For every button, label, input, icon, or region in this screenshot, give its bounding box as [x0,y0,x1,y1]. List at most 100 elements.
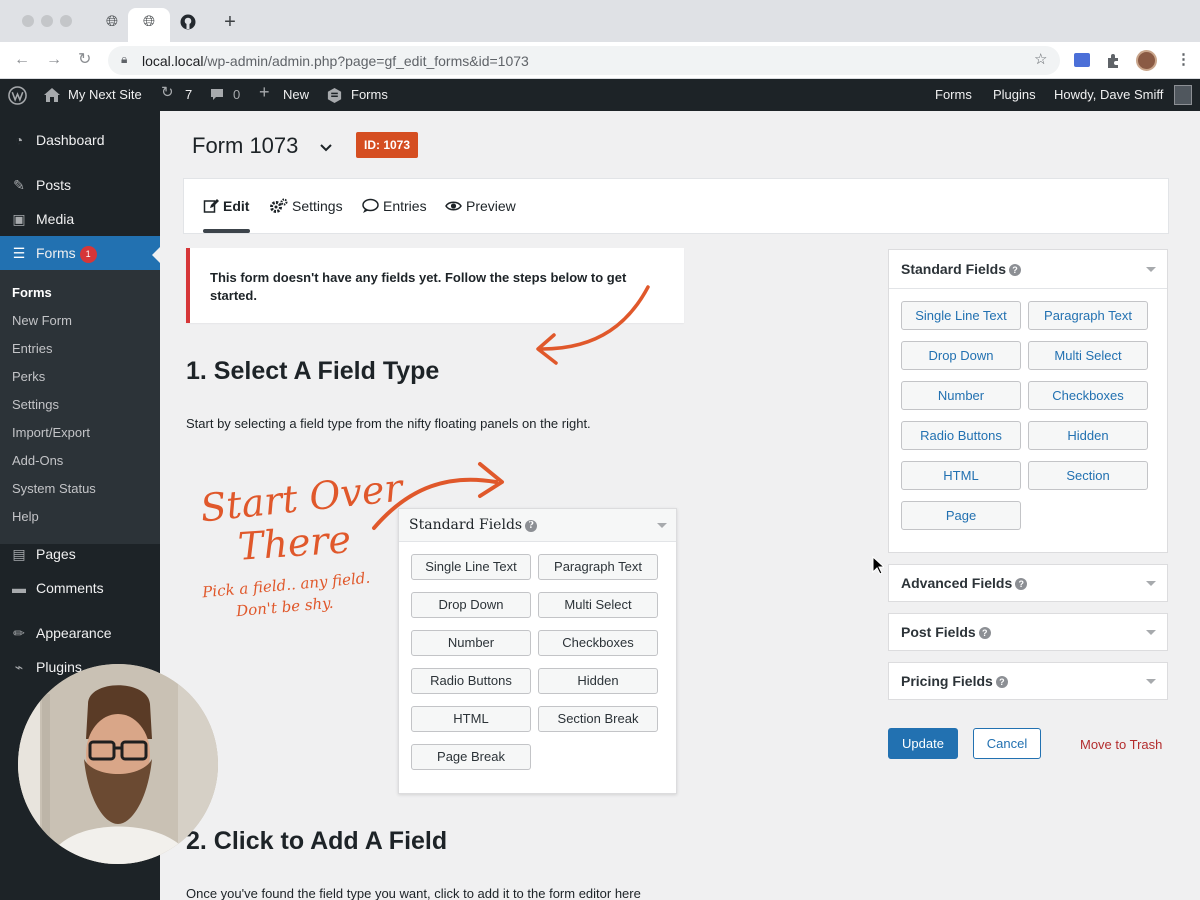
active-tab-indicator [203,229,250,233]
menu-label: Media [36,211,75,227]
submenu-add-ons[interactable]: Add-Ons [12,453,63,468]
submenu-help[interactable]: Help [12,509,39,524]
illustration-field-button: HTML [411,706,531,732]
panel-title-text: Pricing Fields [901,673,993,689]
tab-label: Edit [223,198,250,214]
presenter-video-image [18,664,218,864]
adminbar-right-forms[interactable]: Forms [935,88,972,102]
menu-comments[interactable]: ▬ Comments [0,571,160,605]
pricing-fields-title: Pricing Fields? [901,673,1008,689]
field-paragraph-text[interactable]: Paragraph Text [1028,301,1148,330]
reload-icon[interactable]: ↻ [78,51,91,69]
menu-label: Comments [36,580,104,596]
submenu-settings[interactable]: Settings [12,397,59,412]
illustration-panel-title: Standard Fields? [409,517,538,533]
browser-tab-strip: 🌐︎ 🌐︎ + [0,0,1200,42]
eye-icon [445,201,462,211]
menu-media[interactable]: ▣ Media [0,202,160,236]
forms-count-badge: 1 [79,246,97,263]
field-checkboxes[interactable]: Checkboxes [1028,381,1148,410]
chevron-down-icon[interactable] [318,139,334,155]
move-to-trash-link[interactable]: Move to Trash [1080,737,1162,752]
update-button[interactable]: Update [888,728,958,759]
caret-down-icon[interactable] [1146,679,1156,684]
field-single-line-text[interactable]: Single Line Text [901,301,1021,330]
menu-pages[interactable]: ▤ Pages [0,537,160,571]
menu-label: Dashboard [36,132,105,148]
plugin-icon: ⌁ [14,659,24,675]
standard-fields-title: Standard Fields? [901,261,1022,277]
close-window-button[interactable] [22,15,34,27]
field-page[interactable]: Page [901,501,1021,530]
menu-dashboard[interactable]: ◔ Dashboard [0,123,160,157]
submenu-forms[interactable]: Forms [12,285,52,300]
forward-icon[interactable]: → [46,51,62,69]
browser-tab-globe-icon[interactable]: 🌐︎ [104,14,120,30]
url-host: local.local [142,53,204,69]
browser-menu-icon[interactable]: ⋮ [1176,51,1191,69]
tab-entries[interactable]: Entries [362,198,427,214]
new-tab-button[interactable]: + [222,12,238,32]
form-tabs: Edit Settings Entries Preview [183,178,1169,234]
panel-title-text: Standard Fields [901,261,1007,277]
new-content-link[interactable]: New [283,88,309,102]
standard-fields-header[interactable]: Standard Fields? [889,250,1167,289]
minimize-window-button[interactable] [41,15,53,27]
url-path: /wp-admin/admin.php?page=gf_edit_forms&i… [203,53,529,69]
submenu-system-status[interactable]: System Status [12,481,96,496]
field-html[interactable]: HTML [901,461,1021,490]
back-icon[interactable]: ← [14,51,30,69]
post-fields-title: Post Fields? [901,624,991,640]
howdy-user[interactable]: Howdy, Dave Smiff [1054,88,1163,102]
github-tab-icon[interactable] [180,14,196,30]
standard-fields-panel: Standard Fields? Single Line Text Paragr… [888,249,1168,553]
extension-icon[interactable] [1074,53,1090,67]
field-number[interactable]: Number [901,381,1021,410]
field-section[interactable]: Section [1028,461,1148,490]
tab-edit[interactable]: Edit [203,198,249,214]
pricing-fields-panel[interactable]: Pricing Fields? [888,662,1168,700]
bookmark-star-icon[interactable]: ☆ [1034,51,1047,69]
submenu-perks[interactable]: Perks [12,369,45,384]
adminbar-plugins[interactable]: Plugins [993,88,1036,102]
illustration-field-button: Drop Down [411,592,531,618]
pages-icon: ▤ [12,546,26,562]
profile-avatar[interactable] [1136,50,1157,71]
submenu-new-form[interactable]: New Form [12,313,72,328]
comments-count[interactable]: 0 [233,88,240,102]
illustration-panel-header: Standard Fields? [399,509,676,542]
field-drop-down[interactable]: Drop Down [901,341,1021,370]
updates-count[interactable]: 7 [185,88,192,102]
updates-icon: ↻ [161,84,174,101]
forms-label: Forms [36,245,76,261]
tab-preview[interactable]: Preview [445,198,516,214]
advanced-fields-panel[interactable]: Advanced Fields? [888,564,1168,602]
submenu-entries[interactable]: Entries [12,341,52,356]
extensions-puzzle-icon[interactable] [1105,53,1121,69]
tab-settings[interactable]: Settings [269,198,343,214]
site-name-link[interactable]: My Next Site [68,88,142,102]
current-menu-arrow [152,247,160,263]
menu-forms[interactable]: ☰ Forms 1 [0,236,160,270]
field-hidden[interactable]: Hidden [1028,421,1148,450]
menu-appearance[interactable]: ✏ Appearance [0,616,160,650]
field-multi-select[interactable]: Multi Select [1028,341,1148,370]
illustration-standard-fields: Standard Fields? Single Line Text Paragr… [398,508,677,794]
illustration-field-button: Checkboxes [538,630,658,656]
caret-down-icon[interactable] [1146,581,1156,586]
maximize-window-button[interactable] [60,15,72,27]
wordpress-logo-icon[interactable] [8,86,27,105]
submenu-import-export[interactable]: Import/Export [12,425,90,440]
menu-posts[interactable]: ✎ Posts [0,168,160,202]
cancel-button[interactable]: Cancel [973,728,1041,759]
gears-icon [270,198,288,213]
adminbar-forms-link[interactable]: Forms [351,88,388,102]
post-fields-panel[interactable]: Post Fields? [888,613,1168,651]
menu-label: Posts [36,177,72,193]
address-bar[interactable]: 🔒︎ local.local/wp-admin/admin.php?page=g… [108,46,1060,75]
field-radio-buttons[interactable]: Radio Buttons [901,421,1021,450]
user-avatar[interactable] [1174,85,1192,105]
caret-down-icon[interactable] [1146,267,1156,272]
url-text[interactable]: local.local/wp-admin/admin.php?page=gf_e… [142,53,529,69]
caret-down-icon[interactable] [1146,630,1156,635]
